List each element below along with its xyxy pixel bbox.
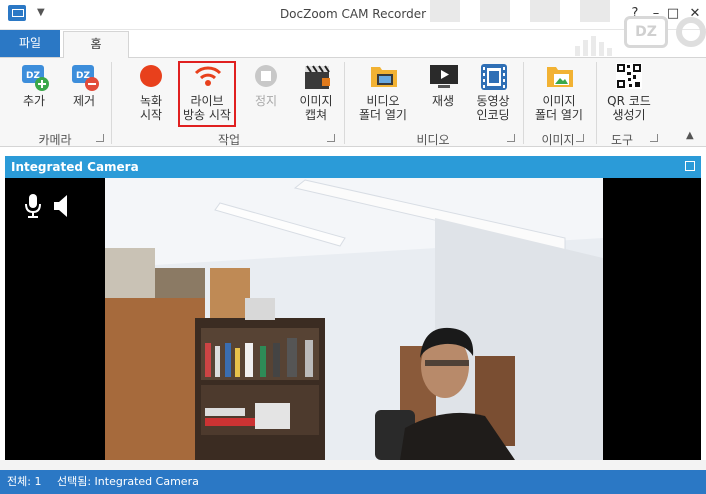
tab-home[interactable]: 홈 — [63, 31, 129, 58]
video-folder-label-2: 폴더 열기 — [359, 108, 407, 122]
group-label-task: 작업 — [217, 133, 241, 147]
status-bar: 전체: 1 선택됨: Integrated Camera — [0, 470, 706, 494]
stop-label: 정지 — [254, 94, 278, 108]
play-label: 재생 — [431, 94, 455, 108]
qr-code-icon — [615, 62, 643, 90]
ribbon-tab-row: 파일 홈 — [0, 30, 706, 58]
play-screen-icon — [429, 62, 458, 90]
remove-camera-icon: DZ — [70, 62, 99, 91]
group-divider — [111, 62, 112, 144]
speaker-icon[interactable] — [53, 194, 69, 221]
camera-panel-header[interactable]: Integrated Camera — [5, 156, 701, 178]
encoding-label-1: 동영상 — [476, 94, 510, 108]
capture-image-button[interactable]: 이미지 캡쳐 — [294, 62, 338, 122]
remove-camera-label: 제거 — [72, 94, 96, 108]
status-selected-camera: 선택됨: Integrated Camera — [57, 475, 199, 488]
doczoom-logo: DZ — [624, 16, 668, 48]
group-divider — [523, 62, 524, 144]
group-label-tools: 도구 — [610, 133, 634, 147]
window-title: DocZoom CAM Recorder — [279, 7, 427, 21]
group-label-camera: 카메라 — [38, 133, 72, 147]
add-camera-label: 추가 — [22, 94, 46, 108]
record-icon — [137, 62, 165, 90]
camera-video-feed[interactable] — [5, 178, 701, 460]
image-folder-label-2: 폴더 열기 — [535, 108, 583, 122]
equalizer-decoration — [575, 36, 612, 56]
video-group-launcher-icon[interactable] — [507, 134, 515, 142]
qr-label-2: 생성기 — [612, 108, 646, 122]
start-recording-label-2: 시작 — [139, 108, 163, 122]
group-divider — [596, 62, 597, 144]
open-image-folder-button[interactable]: 이미지 폴더 열기 — [530, 62, 588, 122]
tools-group-launcher-icon[interactable] — [650, 134, 658, 142]
capture-label-1: 이미지 — [299, 94, 333, 108]
clapperboard-icon — [302, 62, 330, 90]
group-label-video: 비디오 — [416, 133, 450, 147]
qr-code-generator-button[interactable]: QR 코드 생성기 — [602, 62, 656, 122]
image-folder-label-1: 이미지 — [542, 94, 576, 108]
encoding-label-2: 인코딩 — [476, 108, 510, 122]
video-folder-icon — [369, 62, 397, 90]
camera-panel-title: Integrated Camera — [11, 160, 139, 174]
tab-file[interactable]: 파일 — [0, 30, 60, 57]
capture-label-2: 캡쳐 — [304, 108, 328, 122]
qr-label-1: QR 코드 — [607, 94, 651, 108]
open-video-folder-button[interactable]: 비디오 폴더 열기 — [354, 62, 412, 122]
status-total-count: 전체: 1 — [7, 475, 42, 488]
video-encoding-button[interactable]: 동영상 인코딩 — [470, 62, 516, 122]
stop-button[interactable]: 정지 — [244, 62, 288, 108]
collapse-ribbon-icon[interactable]: ▲ — [686, 130, 694, 141]
image-group-launcher-icon[interactable] — [576, 134, 584, 142]
remove-camera-button[interactable]: DZ 제거 — [64, 62, 104, 108]
stop-icon — [252, 62, 280, 90]
live-button-highlight — [178, 61, 236, 127]
play-button[interactable]: 재생 — [424, 62, 462, 108]
task-group-launcher-icon[interactable] — [327, 134, 335, 142]
image-folder-icon — [545, 62, 573, 90]
microphone-icon[interactable] — [25, 193, 41, 222]
add-camera-button[interactable]: DZ 추가 — [14, 62, 54, 108]
start-recording-label-1: 녹화 — [139, 94, 163, 108]
start-recording-button[interactable]: 녹화 시작 — [126, 62, 176, 122]
camera-group-launcher-icon[interactable] — [96, 134, 104, 142]
video-folder-label-1: 비디오 — [366, 94, 400, 108]
film-encode-icon — [479, 62, 507, 90]
group-divider — [344, 62, 345, 144]
panel-footer — [0, 460, 706, 470]
lens-decoration — [676, 17, 706, 47]
panel-restore-icon[interactable] — [685, 161, 695, 171]
title-bar: ▼ DocZoom CAM Recorder ? – □ ✕ — [0, 0, 706, 30]
camera-frame-image — [105, 178, 603, 460]
ribbon-home: DZ 추가 DZ 제거 카메라 녹화 시작 라이브 방송 시작 정지 이미지 캡… — [0, 57, 706, 147]
add-camera-icon: DZ — [20, 62, 49, 91]
